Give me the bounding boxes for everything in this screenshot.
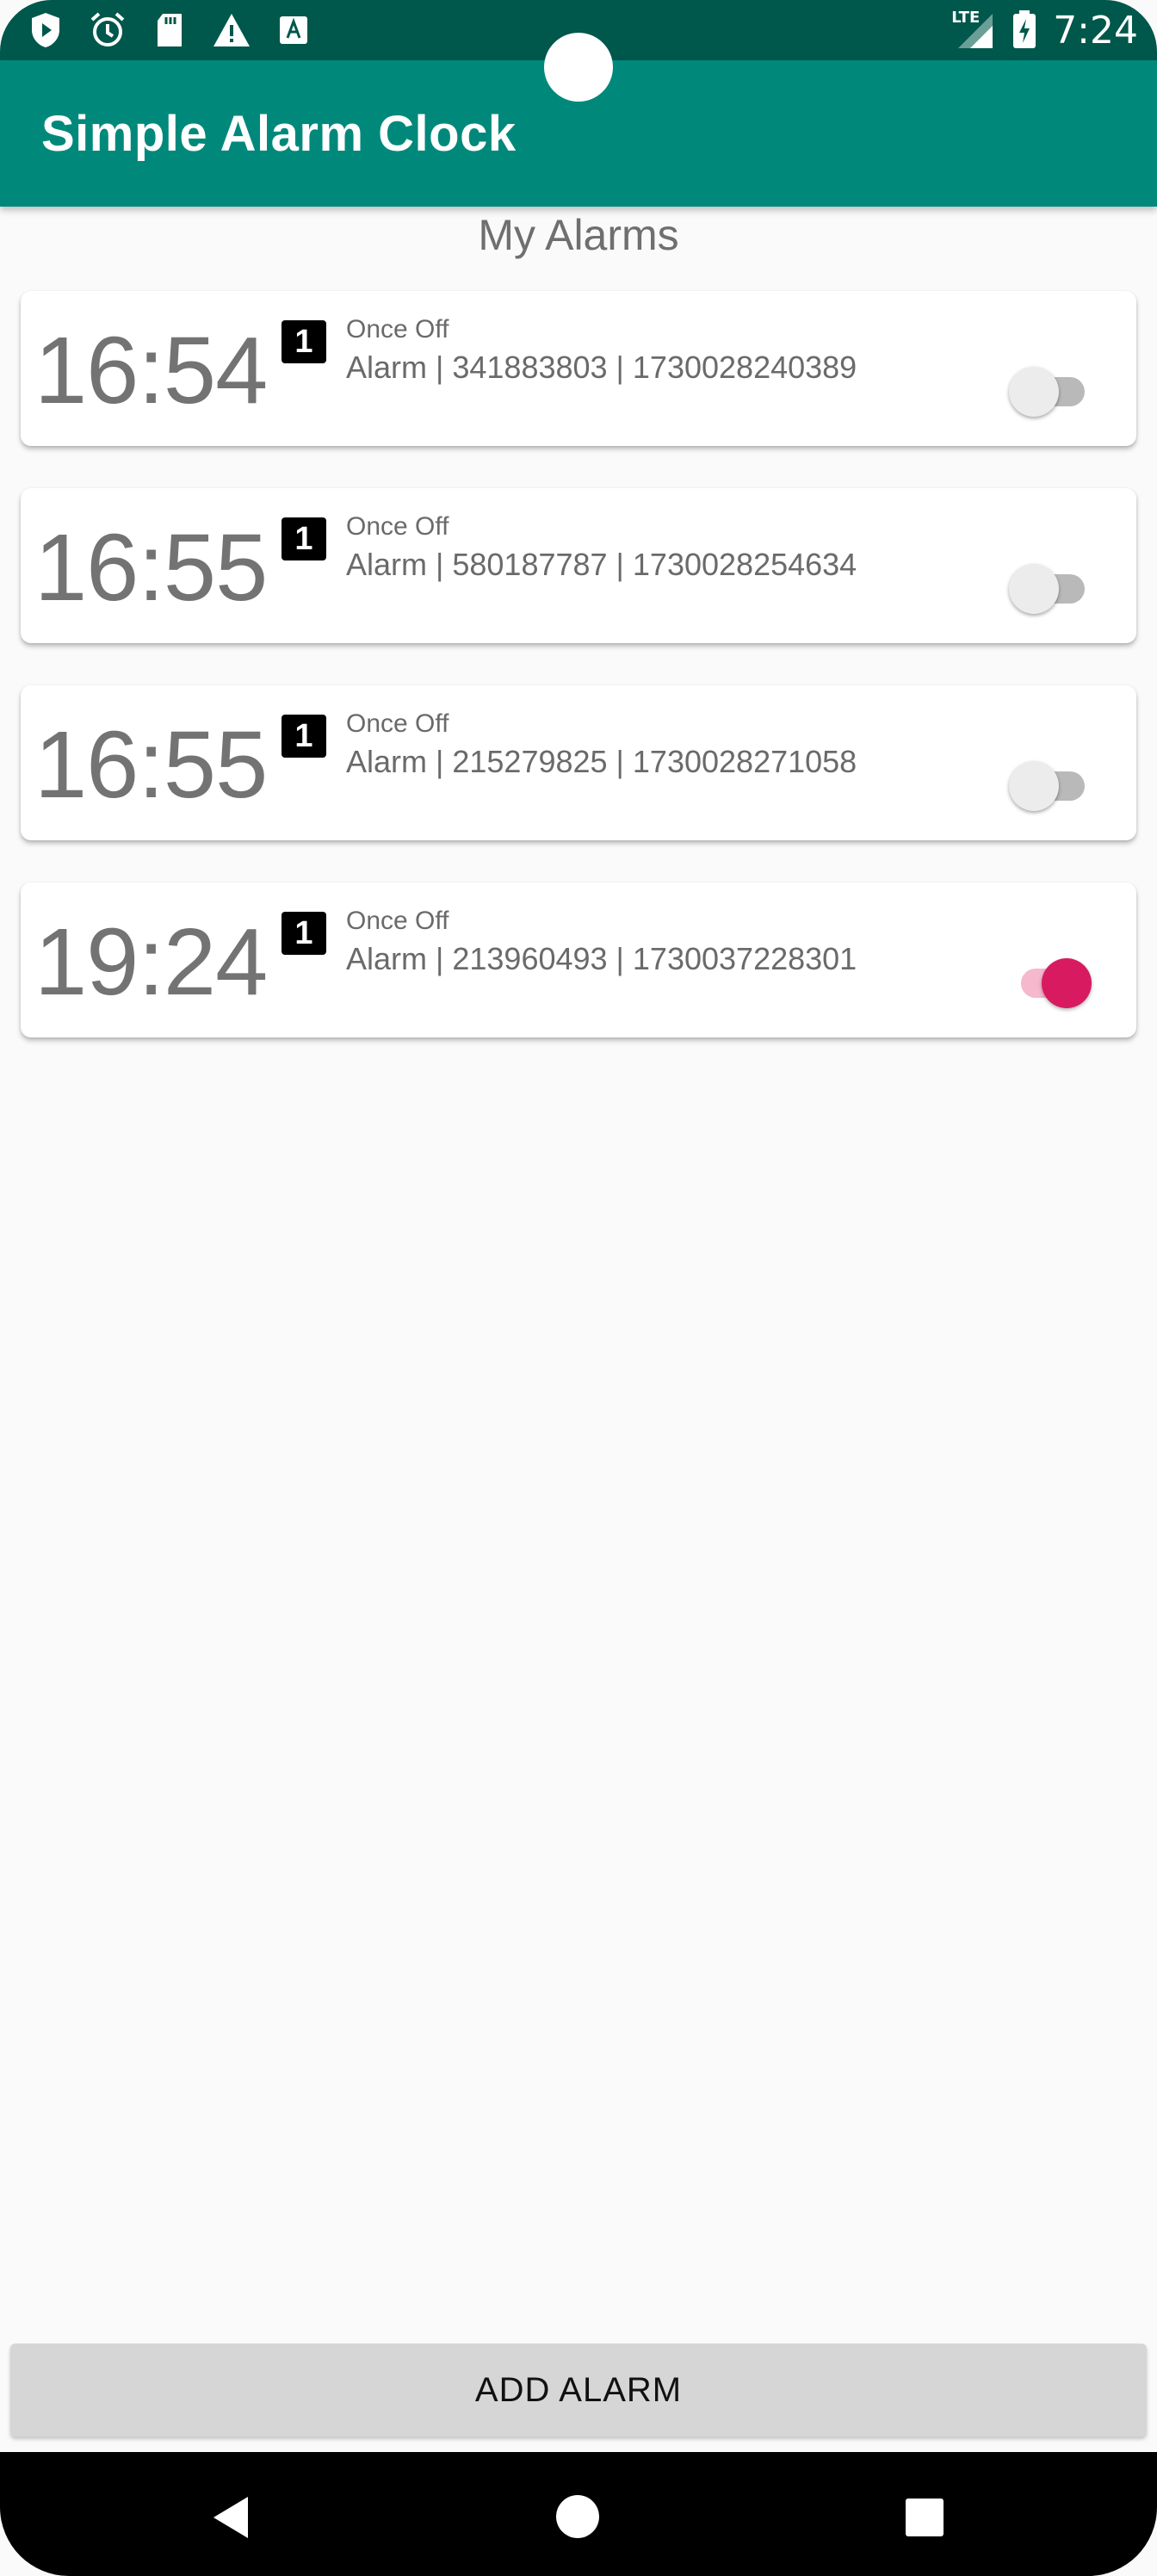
alarm-count-badge: 1 <box>282 715 326 758</box>
alarm-frequency: Once Off <box>346 907 449 935</box>
alarm-frequency: Once Off <box>346 512 449 541</box>
back-icon[interactable] <box>212 2495 250 2543</box>
status-right: LTE 7:24 <box>951 5 1138 57</box>
home-icon[interactable] <box>556 2495 599 2538</box>
alarm-icon <box>88 10 127 50</box>
alarm-frequency: Once Off <box>346 315 449 344</box>
alarm-time: 16:55 <box>34 515 268 621</box>
switch-thumb <box>1042 958 1092 1008</box>
alarm-time: 16:55 <box>34 712 268 818</box>
status-icons <box>26 10 313 50</box>
alarm-toggle-switch[interactable] <box>1009 754 1095 814</box>
sd-card-icon <box>150 10 189 50</box>
alarm-label: Alarm | 341883803 | 1730028240389 <box>346 350 857 385</box>
recent-apps-icon[interactable] <box>906 2499 944 2536</box>
warning-icon <box>212 10 251 50</box>
navigation-bar <box>0 2452 1157 2576</box>
alarm-label: Alarm | 213960493 | 1730037228301 <box>346 941 857 976</box>
switch-thumb <box>1009 367 1059 417</box>
alarm-time: 16:54 <box>34 318 268 424</box>
switch-thumb <box>1009 564 1059 614</box>
alarm-label: Alarm | 580187787 | 1730028254634 <box>346 547 857 582</box>
alarm-card[interactable]: 19:24 1 Once Off Alarm | 213960493 | 173… <box>21 882 1136 1037</box>
section-title: My Alarms <box>478 211 679 259</box>
alarm-label: Alarm | 215279825 | 1730028271058 <box>346 744 857 779</box>
text-a-icon <box>274 10 313 50</box>
alarm-card[interactable]: 16:55 1 Once Off Alarm | 215279825 | 173… <box>21 685 1136 840</box>
alarm-frequency: Once Off <box>346 709 449 738</box>
alarm-card[interactable]: 16:54 1 Once Off Alarm | 341883803 | 173… <box>21 291 1136 446</box>
alarm-toggle-switch[interactable] <box>1009 557 1095 617</box>
switch-thumb <box>1009 761 1059 811</box>
alarm-count-badge: 1 <box>282 320 326 363</box>
camera-cutout <box>544 33 613 102</box>
battery-charging-icon <box>1012 9 1037 53</box>
network-type: LTE <box>951 9 981 27</box>
alarm-count-badge: 1 <box>282 912 326 955</box>
alarm-toggle-switch[interactable] <box>1009 360 1095 420</box>
app-title: Simple Alarm Clock <box>41 106 517 162</box>
add-alarm-button[interactable]: ADD ALARM <box>10 2344 1147 2437</box>
alarm-card[interactable]: 16:55 1 Once Off Alarm | 580187787 | 173… <box>21 488 1136 643</box>
status-time: 7:24 <box>1053 9 1138 53</box>
alarm-time: 19:24 <box>34 909 268 1015</box>
lte-signal-icon: LTE <box>951 9 996 52</box>
play-protect-icon <box>26 10 65 50</box>
alarm-toggle-switch[interactable] <box>1009 951 1095 1012</box>
alarm-count-badge: 1 <box>282 517 326 560</box>
